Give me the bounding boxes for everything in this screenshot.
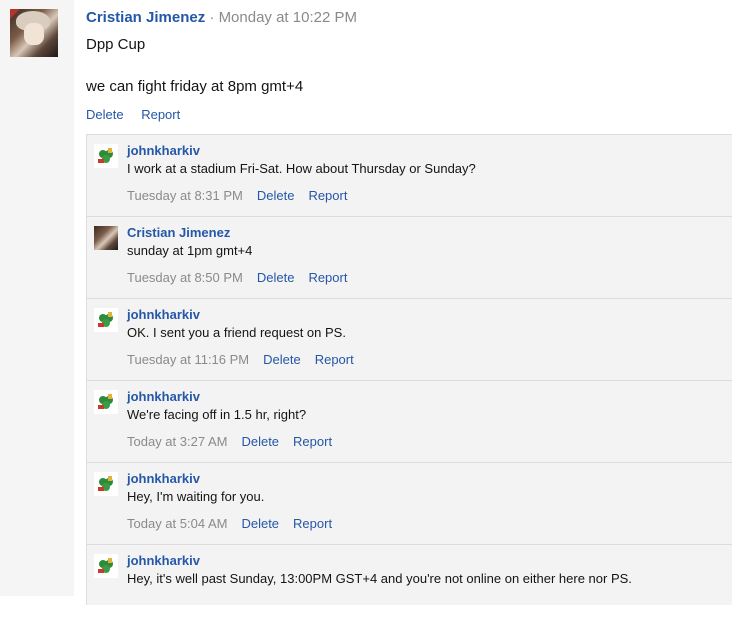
clover-avatar-icon[interactable] bbox=[94, 144, 118, 168]
comment-delete-link[interactable]: Delete bbox=[241, 434, 279, 449]
comments-panel: johnkharkiv I work at a stadium Fri-Sat.… bbox=[86, 134, 732, 605]
clover-avatar-icon[interactable] bbox=[94, 390, 118, 414]
comment-text: We're facing off in 1.5 hr, right? bbox=[127, 407, 307, 422]
post-header: Cristian Jimenez · Monday at 10:22 PM bbox=[86, 9, 357, 27]
comment-timestamp[interactable]: Tuesday at 11:16 PM bbox=[127, 352, 249, 367]
comment-footer: Tuesday at 11:16 PM Delete Report bbox=[127, 352, 368, 367]
post-text-line-2: we can fight friday at 8pm gmt+4 bbox=[86, 78, 304, 95]
comment-author-link[interactable]: johnkharkiv bbox=[127, 143, 200, 158]
comment-delete-link[interactable]: Delete bbox=[257, 270, 295, 285]
comment-author-link[interactable]: johnkharkiv bbox=[127, 471, 200, 486]
comment-text: OK. I sent you a friend request on PS. bbox=[127, 325, 346, 340]
comment-footer: Tuesday at 8:31 PM Delete Report bbox=[127, 188, 361, 203]
comment-author-link[interactable]: johnkharkiv bbox=[127, 307, 200, 322]
comment-item: Cristian Jimenez sunday at 1pm gmt+4 Tue… bbox=[87, 217, 732, 299]
comment-author-link[interactable]: johnkharkiv bbox=[127, 553, 200, 568]
clover-avatar-icon[interactable] bbox=[94, 554, 118, 578]
comment-item: johnkharkiv Hey, I'm waiting for you. To… bbox=[87, 463, 732, 545]
comment-footer: Today at 5:04 AM Delete Report bbox=[127, 516, 346, 531]
clover-avatar-icon[interactable] bbox=[94, 308, 118, 332]
comment-text: I work at a stadium Fri-Sat. How about T… bbox=[127, 161, 476, 176]
post-delete-link[interactable]: Delete bbox=[86, 107, 124, 122]
comment-footer: Tuesday at 8:50 PM Delete Report bbox=[127, 270, 361, 285]
post-separator: · bbox=[205, 9, 219, 26]
post-report-link[interactable]: Report bbox=[141, 107, 180, 122]
left-gutter bbox=[0, 0, 74, 596]
comment-report-link[interactable]: Report bbox=[315, 352, 354, 367]
comment-footer: Today at 3:27 AM Delete Report bbox=[127, 434, 346, 449]
author-avatar[interactable] bbox=[10, 9, 58, 57]
comment-delete-link[interactable]: Delete bbox=[257, 188, 295, 203]
post-author-link[interactable]: Cristian Jimenez bbox=[86, 9, 205, 26]
clover-avatar-icon[interactable] bbox=[94, 472, 118, 496]
comment-text: sunday at 1pm gmt+4 bbox=[127, 243, 253, 258]
comment-report-link[interactable]: Report bbox=[293, 516, 332, 531]
comment-report-link[interactable]: Report bbox=[308, 188, 347, 203]
comment-timestamp[interactable]: Tuesday at 8:31 PM bbox=[127, 188, 243, 203]
comment-timestamp[interactable]: Today at 3:27 AM bbox=[127, 434, 227, 449]
post-timestamp[interactable]: Monday at 10:22 PM bbox=[219, 9, 357, 26]
post-actions: Delete Report bbox=[86, 107, 194, 123]
comment-item: johnkharkiv OK. I sent you a friend requ… bbox=[87, 299, 732, 381]
comment-report-link[interactable]: Report bbox=[308, 270, 347, 285]
comment-text: Hey, I'm waiting for you. bbox=[127, 489, 265, 504]
avatar-face bbox=[24, 23, 44, 45]
comment-report-link[interactable]: Report bbox=[293, 434, 332, 449]
comment-text: Hey, it's well past Sunday, 13:00PM GST+… bbox=[127, 571, 632, 586]
comment-delete-link[interactable]: Delete bbox=[241, 516, 279, 531]
post-text-line-1: Dpp Cup bbox=[86, 36, 146, 53]
comment-item: johnkharkiv Hey, it's well past Sunday, … bbox=[87, 545, 732, 626]
comment-timestamp[interactable]: Tuesday at 8:50 PM bbox=[127, 270, 243, 285]
comment-timestamp[interactable]: Today at 5:04 AM bbox=[127, 516, 227, 531]
comment-author-link[interactable]: johnkharkiv bbox=[127, 389, 200, 404]
comment-item: johnkharkiv We're facing off in 1.5 hr, … bbox=[87, 381, 732, 463]
comment-item: johnkharkiv I work at a stadium Fri-Sat.… bbox=[87, 135, 732, 217]
photo-avatar[interactable] bbox=[94, 226, 118, 250]
comment-author-link[interactable]: Cristian Jimenez bbox=[127, 225, 230, 240]
comment-delete-link[interactable]: Delete bbox=[263, 352, 301, 367]
